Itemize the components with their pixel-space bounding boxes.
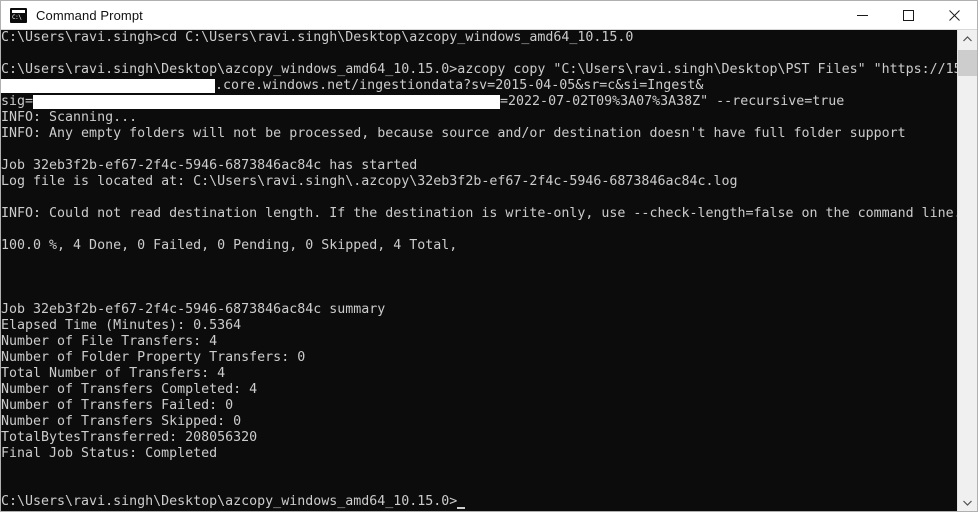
window-controls	[839, 1, 977, 29]
console-line-blank-8	[1, 462, 957, 478]
console-line-text-suffix: =2022-07-02T09%3A07%3A38Z" --recursive=t…	[500, 94, 845, 109]
scroll-down-arrow-icon[interactable]	[958, 494, 977, 511]
console-line-blank-2	[1, 142, 957, 158]
console-line-blank-1	[1, 46, 957, 62]
console-line-info-scanning: INFO: Scanning...	[1, 110, 138, 125]
console-line-log-file-location: Log file is located at: C:\Users\ravi.si…	[1, 174, 738, 189]
console-line-info-empty-folders: INFO: Any empty folders will not be proc…	[1, 126, 906, 141]
console-output-area[interactable]: C:\Users\ravi.singh>cd C:\Users\ravi.sin…	[1, 30, 977, 511]
scrollbar-thumb[interactable]	[958, 50, 977, 76]
scrollbar-track[interactable]	[958, 48, 977, 494]
redaction-bar	[33, 95, 500, 109]
console-line-transfers-skipped: Number of Transfers Skipped: 0	[1, 414, 242, 429]
console-line-blank-9	[1, 478, 957, 494]
console-line-job-summary-header: Job 32eb3f2b-ef67-2f4c-5946-6873846ac84c…	[1, 302, 386, 317]
window-title: Command Prompt	[36, 7, 143, 23]
console-line-final-job-status: Final Job Status: Completed	[1, 446, 218, 461]
console-line-azcopy-command: C:\Users\ravi.singh\Desktop\azcopy_windo…	[1, 62, 962, 77]
console-line-file-transfers: Number of File Transfers: 4	[1, 334, 218, 349]
console-line-job-started: Job 32eb3f2b-ef67-2f4c-5946-6873846ac84c…	[1, 158, 418, 173]
console-line-elapsed-time: Elapsed Time (Minutes): 0.5364	[1, 318, 242, 333]
scroll-up-arrow-icon[interactable]	[958, 30, 977, 48]
console-line-sas-url-line-1: .core.windows.net/ingestiondata?sv=2015-…	[1, 78, 957, 94]
console-line-blank-6	[1, 270, 957, 286]
console-line-final-prompt: C:\Users\ravi.singh\Desktop\azcopy_windo…	[1, 494, 957, 510]
console-line-transfers-completed: Number of Transfers Completed: 4	[1, 382, 258, 397]
console-line-cd-command: C:\Users\ravi.singh>cd C:\Users\ravi.sin…	[1, 30, 634, 45]
console-line-text: sig=	[1, 94, 34, 109]
console-line-blank-5	[1, 254, 957, 270]
console-line-info-destination-length: INFO: Could not read destination length.…	[1, 206, 962, 221]
vertical-scrollbar[interactable]	[957, 30, 977, 511]
console-line-blank-7	[1, 286, 957, 302]
console-line-total-transfers: Total Number of Transfers: 4	[1, 366, 226, 381]
text-cursor	[457, 507, 466, 509]
console-line-total-bytes-transferred: TotalBytesTransferred: 208056320	[1, 430, 258, 445]
console-text: C:\Users\ravi.singh>cd C:\Users\ravi.sin…	[1, 30, 962, 510]
command-prompt-icon	[10, 7, 27, 23]
console-line-transfers-failed: Number of Transfers Failed: 0	[1, 398, 234, 413]
command-prompt-window: Command Prompt C:\Users\ravi.si	[0, 0, 978, 512]
console-line-progress-line: 100.0 %, 4 Done, 0 Failed, 0 Pending, 0 …	[1, 238, 458, 253]
minimize-button[interactable]	[839, 1, 885, 29]
console-line-blank-4	[1, 222, 957, 238]
console-line-text: .core.windows.net/ingestiondata?sv=2015-…	[215, 78, 704, 93]
maximize-button[interactable]	[885, 1, 931, 29]
console-line-folder-property-transfers: Number of Folder Property Transfers: 0	[1, 350, 306, 365]
console-line-blank-3	[1, 190, 957, 206]
close-button[interactable]	[931, 1, 977, 29]
redaction-bar	[1, 79, 215, 93]
console-line-sas-url-line-2: sig= =2022-07-02T09%3A07%3A38Z" --recursi…	[1, 94, 957, 110]
title-bar[interactable]: Command Prompt	[1, 1, 977, 30]
